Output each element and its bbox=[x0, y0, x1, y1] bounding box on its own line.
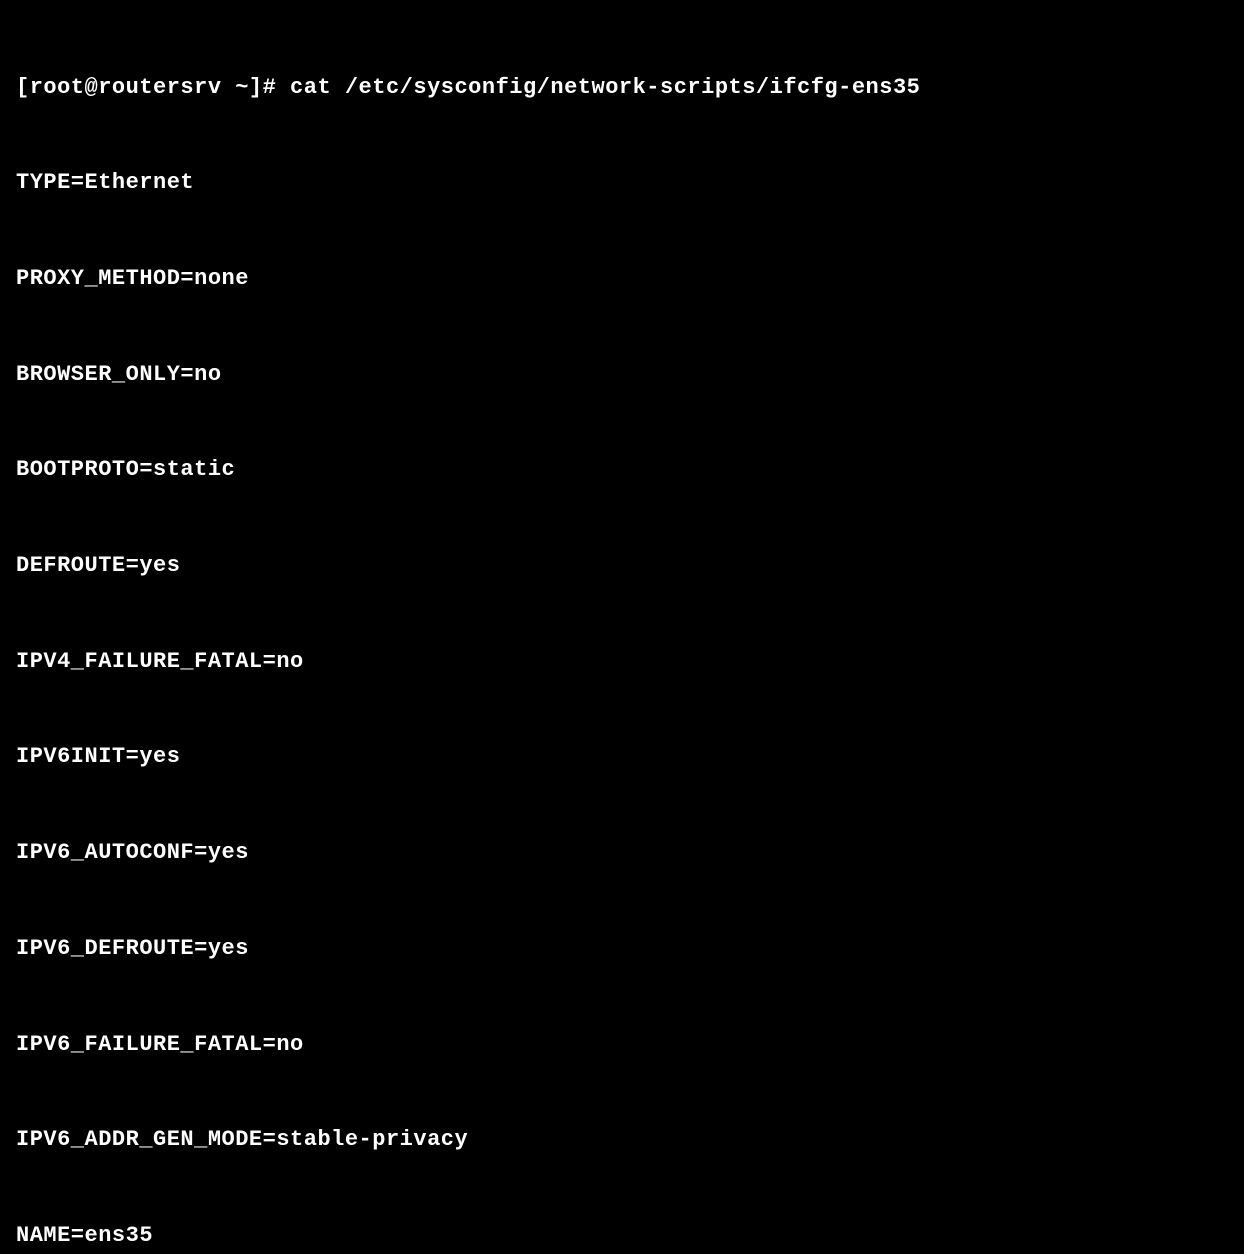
shell-prompt: [root@routersrv ~]# bbox=[16, 75, 290, 100]
shell-command: cat /etc/sysconfig/network-scripts/ifcfg… bbox=[290, 75, 920, 100]
config-line-ipv6init: IPV6INIT=yes bbox=[16, 741, 1228, 773]
config-line-ipv6-failure-fatal: IPV6_FAILURE_FATAL=no bbox=[16, 1029, 1228, 1061]
config-line-browser-only: BROWSER_ONLY=no bbox=[16, 359, 1228, 391]
shell-prompt-line: [root@routersrv ~]# cat /etc/sysconfig/n… bbox=[16, 72, 1228, 104]
config-line-bootproto: BOOTPROTO=static bbox=[16, 454, 1228, 486]
config-line-proxy-method: PROXY_METHOD=none bbox=[16, 263, 1228, 295]
terminal-window[interactable]: [root@routersrv ~]# cat /etc/sysconfig/n… bbox=[16, 8, 1228, 1254]
config-line-ipv6-autoconf: IPV6_AUTOCONF=yes bbox=[16, 837, 1228, 869]
config-line-defroute: DEFROUTE=yes bbox=[16, 550, 1228, 582]
config-line-name: NAME=ens35 bbox=[16, 1220, 1228, 1252]
config-line-ipv4-failure-fatal: IPV4_FAILURE_FATAL=no bbox=[16, 646, 1228, 678]
config-line-type: TYPE=Ethernet bbox=[16, 167, 1228, 199]
config-line-ipv6-addr-gen-mode: IPV6_ADDR_GEN_MODE=stable-privacy bbox=[16, 1124, 1228, 1156]
config-line-ipv6-defroute: IPV6_DEFROUTE=yes bbox=[16, 933, 1228, 965]
